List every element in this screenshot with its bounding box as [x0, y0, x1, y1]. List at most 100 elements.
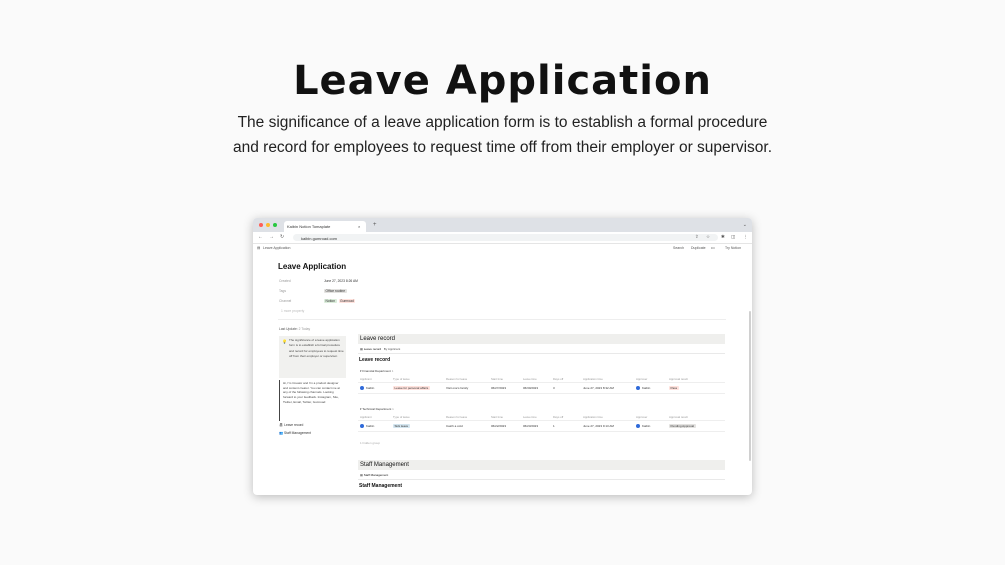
column-header[interactable]: Leave time — [523, 377, 537, 381]
cell-start[interactable]: 06/22/2023 — [491, 424, 506, 428]
column-header[interactable]: Applicant — [360, 377, 372, 381]
url-text: kaibin.gumroad.com — [301, 235, 338, 241]
cell-app_time[interactable]: June 27, 2023 9:13 AM — [583, 424, 614, 428]
tag-gumroad: Gumroad — [338, 299, 356, 303]
callout: 💡 The significance of a leave applicatio… — [279, 336, 346, 378]
group-technical[interactable]: ▾ Technical Department 1 — [360, 407, 394, 411]
zoom-window-dot[interactable] — [273, 223, 277, 227]
minimize-window-dot[interactable] — [266, 223, 270, 227]
column-header[interactable]: Applicant — [360, 415, 372, 419]
column-header[interactable]: Application time — [583, 377, 603, 381]
close-window-dot[interactable] — [259, 223, 263, 227]
column-header[interactable]: Start time — [491, 415, 503, 419]
avatar — [636, 385, 640, 390]
chevron-down-icon[interactable]: ⌄ — [743, 222, 747, 228]
tab-by-applicant[interactable]: By Applicant — [384, 347, 401, 351]
column-header[interactable]: Approval result — [669, 377, 688, 381]
breadcrumb-icon: ▤ — [257, 246, 261, 250]
group-financial[interactable]: ▾ Financial Department 1 — [360, 369, 393, 373]
cell-result[interactable]: Pending Approval — [669, 424, 696, 428]
more-icon[interactable]: ••• — [711, 246, 715, 250]
cell-leave[interactable]: 06/23/2023 — [523, 424, 538, 428]
column-header[interactable]: Approver — [636, 415, 647, 419]
tab-leave-record[interactable]: Leave record — [364, 347, 382, 351]
cell-days[interactable]: 3 — [553, 386, 555, 390]
bookmark-star-icon[interactable]: ☆ — [706, 234, 710, 240]
staff-db-title[interactable]: Staff Management — [359, 483, 402, 489]
try-notion-button[interactable]: Try Notion — [725, 246, 741, 250]
cell-type[interactable]: Sick leave — [393, 424, 410, 428]
quote-block: Hi, I'm Creator and I'm a product design… — [279, 380, 346, 421]
column-header[interactable]: Days off — [553, 415, 563, 419]
hero-subtitle: The significance of a leave application … — [232, 114, 772, 156]
address-bar: ← → ↻ kaibin.gumroad.com ⇪ ☆ ✱ ◫ ⋮ — [253, 232, 752, 244]
tags-prop-label: Tags — [279, 289, 286, 293]
more-properties[interactable]: 1 more property — [281, 309, 304, 313]
leave-db-title[interactable]: Leave record — [359, 357, 390, 363]
link-leave-record[interactable]: 🏖 Leave record — [279, 423, 303, 427]
cell-reason[interactable]: Visit one's family — [446, 386, 468, 390]
cell-applicant[interactable]: Kaibin — [366, 424, 374, 428]
cell-app_time[interactable]: June 27, 2023 8:32 AM — [583, 386, 614, 390]
column-header[interactable]: Days off — [553, 377, 563, 381]
column-header[interactable]: Type of leave — [393, 377, 410, 381]
leave-section-heading: Leave record — [358, 334, 725, 344]
cell-result[interactable]: Pass — [669, 386, 679, 390]
scrollbar[interactable] — [749, 311, 751, 461]
staff-section-heading: Staff Management — [358, 460, 725, 470]
cell-approver[interactable]: Kaibin — [642, 424, 650, 428]
column-header[interactable]: Application time — [583, 415, 603, 419]
browser-tab[interactable]: Kaibin Notion Tomaplate × — [284, 221, 366, 232]
staff-view-tab[interactable]: ▦ Staff Management — [360, 473, 388, 477]
browser-window: Kaibin Notion Tomaplate × + ⌄ ← → ↻ kaib… — [253, 218, 752, 495]
breadcrumb[interactable]: Leave Application — [263, 246, 290, 250]
forward-icon[interactable]: → — [269, 234, 274, 240]
created-prop-label: Created — [279, 279, 291, 283]
cell-start[interactable]: 06/27/2023 — [491, 386, 506, 390]
lightbulb-icon: 💡 — [282, 339, 287, 344]
cell-approver[interactable]: Kaibin — [642, 386, 650, 390]
people-icon: 👥 — [279, 431, 284, 435]
column-header[interactable]: Reason for leave — [446, 377, 467, 381]
channel-prop-value[interactable]: Notion Gumroad — [324, 299, 357, 303]
duplicate-button[interactable]: Duplicate — [691, 246, 706, 250]
column-header[interactable]: Start time — [491, 377, 503, 381]
avatar — [360, 423, 364, 428]
cell-days[interactable]: 1 — [553, 424, 555, 428]
search-button[interactable]: Search — [673, 246, 684, 250]
browser-menu-icon[interactable]: ⋮ — [743, 234, 748, 240]
new-tab-icon[interactable]: + — [373, 222, 377, 228]
created-prop-value[interactable]: June 27, 2023 8:26 AM — [324, 279, 358, 283]
view-tabs: ▦ Leave record By Applicant — [360, 347, 400, 351]
tag-notion: Notion — [324, 299, 337, 303]
side-panel-icon[interactable]: ◫ — [731, 234, 735, 240]
beach-icon: 🏖 — [279, 423, 284, 427]
cell-reason[interactable]: Catch a cold — [446, 424, 463, 428]
cell-leave[interactable]: 06/30/2023 — [523, 386, 538, 390]
share-icon[interactable]: ⇪ — [695, 234, 699, 240]
tab-title: Kaibin Notion Tomaplate — [287, 224, 331, 229]
cell-type[interactable]: Leave for personal affairs — [393, 386, 430, 390]
column-header[interactable]: Approver — [636, 377, 647, 381]
column-header[interactable]: Approval result — [669, 415, 688, 419]
tags-prop-value[interactable]: Office routine — [324, 289, 349, 293]
table-icon: ▦ — [360, 473, 363, 477]
column-header[interactable]: Leave time — [523, 415, 537, 419]
back-icon[interactable]: ← — [258, 234, 263, 240]
tab-bar: Kaibin Notion Tomaplate × + ⌄ — [253, 218, 752, 232]
callout-text: The significance of a leave application … — [289, 338, 344, 358]
url-field[interactable]: kaibin.gumroad.com — [293, 234, 718, 241]
tab-close-icon[interactable]: × — [358, 224, 360, 229]
cell-applicant[interactable]: Kaibin — [366, 386, 374, 390]
column-header[interactable]: Reason for leave — [446, 415, 467, 419]
extensions-icon[interactable]: ✱ — [721, 234, 725, 240]
link-staff-management[interactable]: 👥 Staff Management — [279, 431, 311, 435]
column-header[interactable]: Type of leave — [393, 415, 410, 419]
hidden-group-toggle[interactable]: 1 hidden group — [360, 441, 380, 445]
notion-page: Leave Application Created June 27, 2023 … — [253, 251, 752, 495]
page-title: Leave Application — [278, 262, 347, 271]
avatar — [360, 385, 364, 390]
reload-icon[interactable]: ↻ — [280, 234, 284, 240]
table-icon: ▦ — [360, 347, 363, 351]
last-update-label: Last Update: 2 Today — [279, 327, 311, 331]
